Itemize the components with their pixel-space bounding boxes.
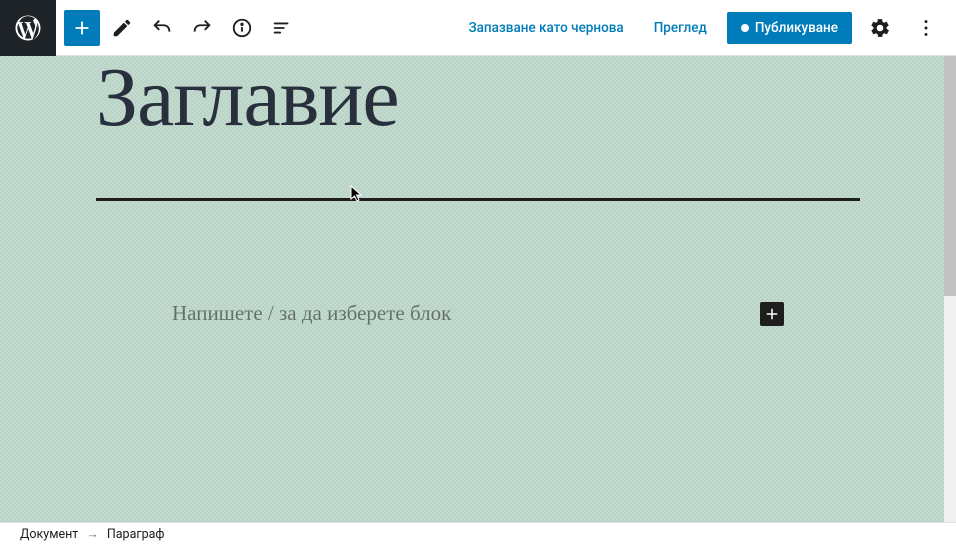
redo-button[interactable] (184, 10, 220, 46)
tools-edit-button[interactable] (104, 10, 140, 46)
scroll-thumb[interactable] (944, 56, 956, 296)
more-options-button[interactable] (908, 10, 944, 46)
publish-label: Публикуване (755, 20, 838, 36)
publish-button[interactable]: Публикуване (727, 12, 852, 44)
preview-button[interactable]: Преглед (644, 14, 717, 42)
more-vertical-icon (915, 17, 937, 39)
pencil-icon (111, 17, 133, 39)
settings-button[interactable] (862, 10, 898, 46)
chevron-right-icon: → (86, 527, 99, 542)
editor-canvas[interactable]: Заглавие Напишете / за да изберете блок (0, 56, 956, 522)
breadcrumb-block[interactable]: Параграф (107, 527, 165, 542)
post-content: Заглавие Напишете / за да изберете блок (48, 56, 908, 326)
info-icon (231, 17, 253, 39)
breadcrumb-document[interactable]: Документ (20, 527, 78, 542)
toolbar-right-group: Запазване като чернова Преглед Публикува… (458, 10, 956, 46)
paragraph-block[interactable]: Напишете / за да изберете блок (172, 301, 784, 326)
block-breadcrumb: Документ → Параграф (0, 522, 956, 546)
editor-top-toolbar: Запазване като чернова Преглед Публикува… (0, 0, 956, 56)
inline-block-inserter[interactable] (760, 302, 784, 326)
outline-button[interactable] (264, 10, 300, 46)
wordpress-logo-button[interactable] (0, 0, 56, 56)
block-inserter-button[interactable] (64, 10, 100, 46)
undo-button[interactable] (144, 10, 180, 46)
publish-status-dot (741, 24, 749, 32)
vertical-scrollbar[interactable] (944, 56, 956, 522)
wordpress-logo-icon (13, 13, 43, 43)
save-draft-button[interactable]: Запазване като чернова (458, 14, 633, 42)
toolbar-left-group (56, 10, 308, 46)
paragraph-placeholder[interactable]: Напишете / за да изберете блок (172, 301, 760, 326)
undo-icon (151, 17, 173, 39)
details-button[interactable] (224, 10, 260, 46)
plus-icon (71, 17, 93, 39)
redo-icon (191, 17, 213, 39)
gear-icon (869, 17, 891, 39)
post-title[interactable]: Заглавие (96, 56, 860, 140)
plus-icon (763, 305, 781, 323)
separator-block[interactable] (96, 198, 860, 201)
list-view-icon (271, 17, 293, 39)
